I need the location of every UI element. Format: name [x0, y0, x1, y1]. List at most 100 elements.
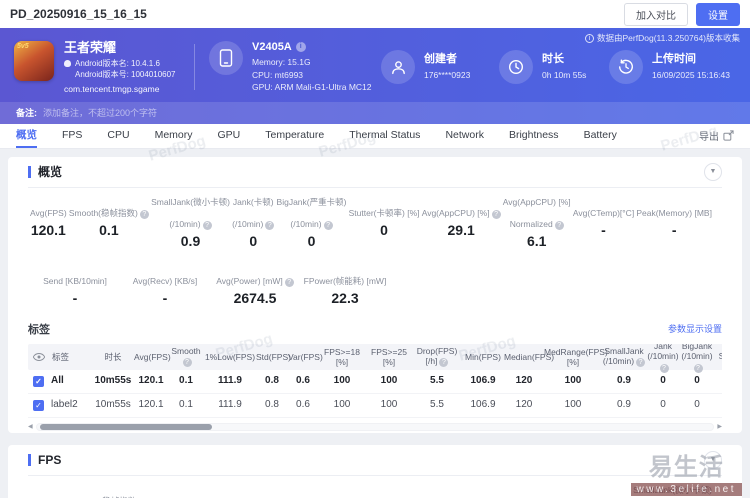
- info-icon[interactable]: ?: [694, 364, 703, 373]
- tab-battery[interactable]: Battery: [584, 124, 617, 148]
- tab-temperature[interactable]: Temperature: [265, 124, 324, 148]
- person-icon: [391, 60, 406, 75]
- android-version-code: Android版本号: 1004010607: [75, 69, 176, 80]
- duration-value: 0h 10m 55s: [542, 69, 586, 81]
- metric: 1%Low(FPS)111.9: [154, 485, 204, 498]
- export-button[interactable]: 导出: [699, 128, 734, 143]
- app-package: com.tencent.tmgp.sgame: [64, 84, 176, 94]
- metric: SmallJank(微小卡顿)(/10min)?0.9: [151, 197, 230, 249]
- metric-label: Avg(Power) [mW]?: [210, 265, 300, 287]
- scrollbar-thumb[interactable]: [40, 424, 212, 430]
- table-cell: 120: [504, 399, 544, 411]
- tab-gpu[interactable]: GPU: [218, 124, 241, 148]
- table-header-cell[interactable]: FPS>=25 [%]: [366, 347, 412, 367]
- metric-label: Avg(AppCPU) [%]?: [422, 197, 501, 219]
- device-cpu: CPU: mt6993: [252, 69, 372, 81]
- tab-fps[interactable]: FPS: [62, 124, 82, 148]
- creator-label: 创建者: [424, 50, 470, 66]
- table-header-cell[interactable]: Avg(FPS): [134, 352, 168, 362]
- tab-memory[interactable]: Memory: [155, 124, 193, 148]
- metric-label: Avg(CTemp)[°C]: [573, 197, 634, 219]
- collect-info: i 数据由PerfDog(11.3.250764)版本收集: [585, 32, 740, 44]
- metric: Var(FPS)0.6: [245, 485, 280, 498]
- checkbox[interactable]: ✓: [33, 376, 44, 387]
- table-cell: 100: [544, 399, 602, 411]
- table-header-cell[interactable]: Smooth?: [168, 346, 204, 367]
- table-header-cell[interactable]: Drop(FPS) [/h]?: [412, 346, 462, 367]
- metric-value: 0: [232, 233, 274, 249]
- info-icon[interactable]: ?: [203, 221, 212, 230]
- info-icon: i: [585, 34, 594, 43]
- table-header-row: 标签时长Avg(FPS)Smooth?1%Low(FPS)Std(FPS)Var…: [28, 344, 722, 370]
- labels-table: 标签时长Avg(FPS)Smooth?1%Low(FPS)Std(FPS)Var…: [28, 344, 722, 418]
- info-icon[interactable]: ?: [555, 221, 564, 230]
- metric: Stutter(卡顿率) [%]0: [349, 197, 420, 249]
- metric-label: Smooth(稳帧指数)?: [69, 197, 149, 219]
- info-icon[interactable]: ?: [492, 210, 501, 219]
- metric-label: Min(FPS): [461, 485, 497, 498]
- tab-概览[interactable]: 概览: [16, 124, 37, 148]
- table-cell: 100: [318, 399, 366, 411]
- table-cell: 0.9: [602, 375, 646, 387]
- table-header-cell[interactable]: Var(FPS): [288, 352, 318, 362]
- table-header-cell[interactable]: Jank(/10min)?: [646, 344, 680, 373]
- table-cell: 5.5: [412, 399, 462, 411]
- session-header: i 数据由PerfDog(11.3.250764)版本收集 5v5 王者荣耀 A…: [0, 28, 750, 124]
- info-icon[interactable]: ?: [265, 221, 274, 230]
- tab-bar: 概览 FPS CPU Memory GPU Temperature Thermal Stat…: [0, 124, 750, 149]
- settings-button[interactable]: 设置: [696, 3, 740, 26]
- tab-cpu[interactable]: CPU: [107, 124, 129, 148]
- add-compare-button[interactable]: 加入对比: [624, 3, 688, 26]
- info-icon[interactable]: ?: [660, 364, 669, 373]
- table-header-cell[interactable]: 标签: [28, 352, 92, 362]
- metric-value: 0.1: [69, 222, 149, 238]
- tab-brightness[interactable]: Brightness: [509, 124, 559, 148]
- info-icon[interactable]: i: [296, 42, 306, 52]
- scroll-left-arrow[interactable]: ◀: [28, 423, 33, 430]
- info-icon[interactable]: ?: [324, 221, 333, 230]
- metric-label: Smooth(稳帧指数)?: [70, 485, 150, 498]
- table-cell: 10m55s: [92, 399, 134, 411]
- metric: SmallJank(微小卡顿)(/10min)?0.9: [633, 485, 712, 498]
- info-icon[interactable]: ?: [439, 358, 448, 367]
- upload-label: 上传时间: [652, 50, 730, 66]
- remark-placeholder: 添加备注，不超过200个字符: [43, 106, 157, 119]
- collapse-button[interactable]: ▼: [704, 451, 722, 469]
- scroll-right-arrow[interactable]: ▶: [717, 423, 722, 430]
- info-icon[interactable]: ?: [285, 278, 294, 287]
- info-icon[interactable]: ?: [636, 358, 645, 367]
- table-header-cell[interactable]: Std(FPS): [256, 352, 288, 362]
- table-header-cell[interactable]: 1%Low(FPS): [204, 352, 256, 362]
- metric-label: 1%Low(FPS): [154, 485, 204, 498]
- table-cell: 0: [714, 375, 722, 387]
- table-cell: 0: [680, 399, 714, 411]
- info-icon[interactable]: ?: [183, 358, 192, 367]
- table-header-cell[interactable]: MedRange(FPS)[%]: [544, 347, 602, 367]
- table-cell: 0.1: [168, 375, 204, 387]
- table-header-cell[interactable]: Stutter [%]?: [714, 351, 722, 362]
- table-header-cell[interactable]: Min(FPS): [462, 352, 504, 362]
- metric: Send [KB/10min]-: [30, 265, 120, 306]
- info-icon[interactable]: ?: [140, 210, 149, 219]
- metric: Jank(卡顿)(/10min)?0: [232, 197, 274, 249]
- metric: Median(FPS)120: [500, 485, 550, 498]
- checkbox[interactable]: ✓: [33, 400, 44, 411]
- table-header-cell[interactable]: 时长: [92, 352, 134, 362]
- table-cell: 0: [646, 399, 680, 411]
- tab-network[interactable]: Network: [445, 124, 484, 148]
- table-header-cell[interactable]: Median(FPS): [504, 352, 544, 362]
- scrollbar-track[interactable]: [36, 423, 715, 431]
- overview-metrics-row1: Avg(FPS)120.1Smooth(稳帧指数)?0.1SmallJank(微…: [28, 188, 722, 256]
- table-header-cell[interactable]: SmallJank(/10min)?: [602, 346, 646, 367]
- remark-bar[interactable]: 备注: 添加备注，不超过200个字符: [0, 102, 750, 124]
- table-cell: 10m55s: [92, 375, 134, 387]
- metric-label: MedRange(FPS)[%]: [554, 485, 630, 498]
- table-header-cell[interactable]: BigJank(/10min)?: [680, 344, 714, 373]
- tab-thermal-status[interactable]: Thermal Status: [349, 124, 420, 148]
- param-display-settings-link[interactable]: 参数显示设置: [668, 322, 722, 335]
- metric: MedRange(FPS)[%]100: [554, 485, 630, 498]
- table-cell: 5.5: [412, 375, 462, 387]
- collapse-button[interactable]: ▼: [704, 163, 722, 181]
- table-row: ✓All10m55s120.10.1111.90.80.61001005.510…: [28, 370, 722, 394]
- table-header-cell[interactable]: FPS>=18 [%]: [318, 347, 366, 367]
